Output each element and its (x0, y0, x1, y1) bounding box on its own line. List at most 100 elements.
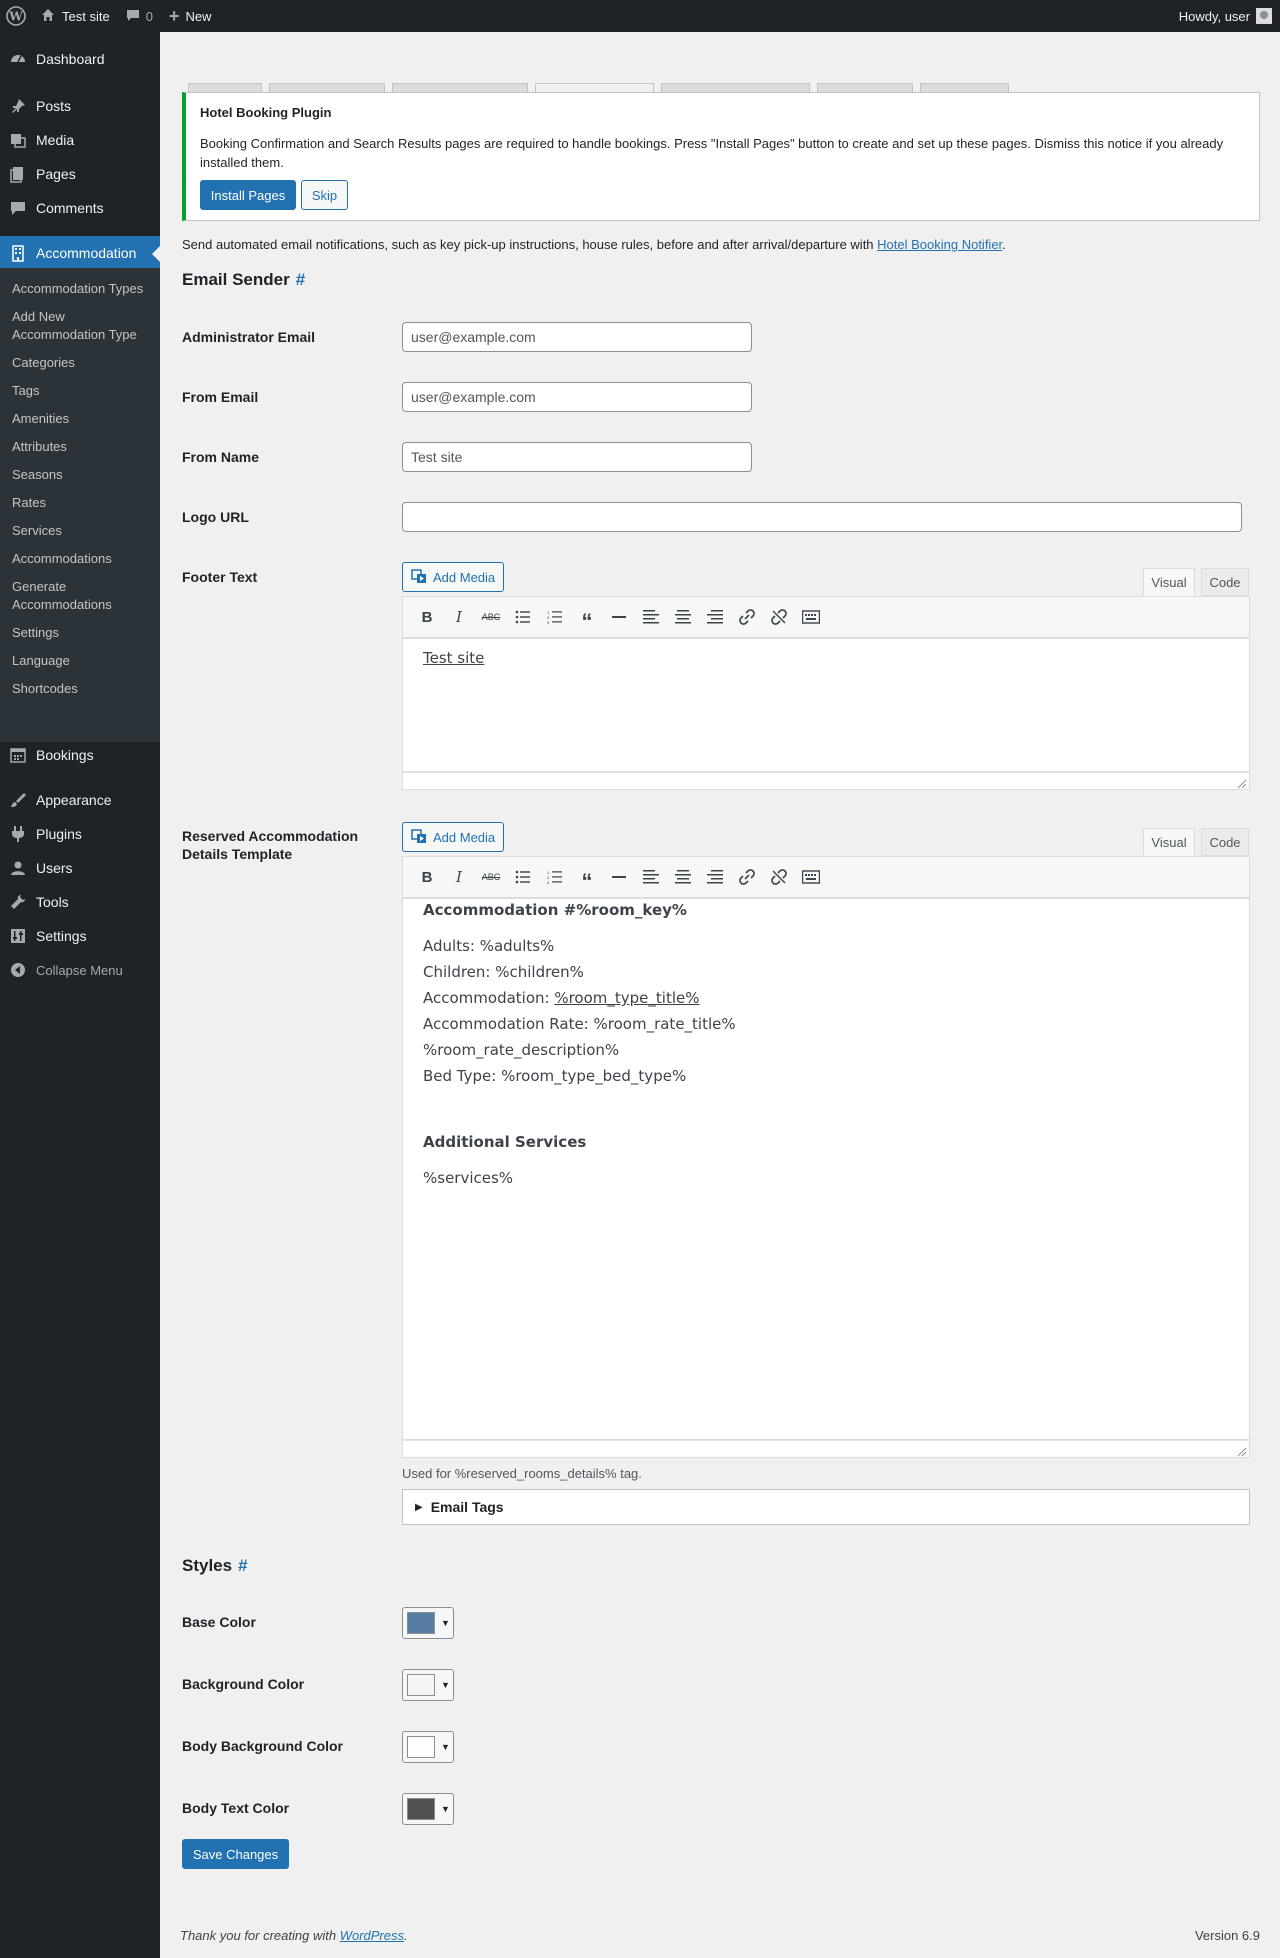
footer-text-content: Test site (423, 649, 485, 667)
new-content-link[interactable]: + New (161, 0, 220, 32)
submenu-item[interactable]: Accommodation Types (12, 280, 152, 298)
wordpress-logo-icon[interactable]: W (0, 0, 32, 32)
sidebar-item-appearance[interactable]: Appearance (0, 783, 160, 817)
sidebar-item-settings[interactable]: Settings (0, 919, 160, 953)
section-anchor-link[interactable]: # (238, 1556, 247, 1575)
submenu-item[interactable]: Settings (12, 624, 152, 642)
horizontal-line-icon[interactable] (603, 603, 635, 631)
template-line-label: Accommodation: (423, 989, 555, 1007)
caret-down-icon: ▼ (441, 1742, 450, 1752)
numbered-list-icon[interactable]: 123 (539, 603, 571, 631)
save-changes-button[interactable]: Save Changes (182, 1839, 289, 1869)
body-text-color-picker[interactable]: ▼ (402, 1793, 454, 1825)
submenu-item[interactable]: Attributes (12, 438, 152, 456)
brush-icon (0, 791, 36, 809)
from-email-input[interactable]: user@example.com (402, 382, 752, 412)
footer-thanks-prefix: Thank you for creating with (180, 1928, 340, 1943)
numbered-list-icon[interactable]: 123 (539, 863, 571, 891)
add-media-button[interactable]: Add Media (402, 822, 504, 852)
sidebar-item-tools[interactable]: Tools (0, 885, 160, 919)
color-swatch (407, 1798, 435, 1820)
link-icon[interactable] (731, 603, 763, 631)
template-services-heading: Additional Services (423, 1133, 587, 1151)
reserved-template-label: Reserved Accommodation Details Template (182, 828, 359, 862)
tab-visual[interactable]: Visual (1143, 568, 1195, 596)
blockquote-icon[interactable]: “ (571, 603, 603, 633)
link-icon[interactable] (731, 863, 763, 891)
sidebar-item-dashboard[interactable]: Dashboard (0, 42, 160, 76)
align-center-icon[interactable] (667, 603, 699, 631)
submenu-item[interactable]: Add New Accommodation Type (12, 308, 152, 344)
sidebar-item-bookings[interactable]: Bookings (0, 738, 160, 772)
sidebar-item-posts[interactable]: Posts (0, 89, 160, 123)
email-tags-toggle[interactable]: ▶ Email Tags (402, 1489, 1250, 1525)
template-line-value: %children% (495, 963, 584, 981)
from-name-input[interactable]: Test site (402, 442, 752, 472)
italic-icon[interactable]: I (443, 863, 475, 891)
skip-button[interactable]: Skip (301, 180, 348, 210)
sidebar-item-comments[interactable]: Comments (0, 191, 160, 225)
notice-text: Booking Confirmation and Search Results … (200, 136, 1224, 170)
comments-link[interactable]: 0 (118, 0, 161, 32)
logo-url-input[interactable] (402, 502, 1242, 532)
keyboard-icon[interactable] (795, 603, 827, 631)
bold-icon[interactable]: B (411, 603, 443, 631)
add-media-button[interactable]: Add Media (402, 562, 504, 592)
align-left-icon[interactable] (635, 863, 667, 891)
bulleted-list-icon[interactable] (507, 863, 539, 891)
my-account-link[interactable]: Howdy, user (1179, 0, 1272, 32)
submenu-item[interactable]: Categories (12, 354, 152, 372)
unlink-icon[interactable] (763, 863, 795, 891)
submenu-item[interactable]: Shortcodes (12, 680, 152, 698)
collapse-menu-button[interactable]: Collapse Menu (0, 953, 160, 987)
strikethrough-icon[interactable]: ABC (475, 603, 507, 631)
hotel-booking-notifier-link[interactable]: Hotel Booking Notifier (877, 237, 1002, 252)
tab-visual[interactable]: Visual (1143, 828, 1195, 856)
footer-thanks: Thank you for creating with WordPress. (180, 1928, 408, 1943)
section-anchor-link[interactable]: # (296, 270, 305, 289)
editor-statusbar (402, 772, 1250, 790)
footer-text-editor[interactable]: Test site (402, 638, 1250, 772)
align-right-icon[interactable] (699, 863, 731, 891)
site-name-link[interactable]: Test site (32, 0, 118, 32)
install-pages-button[interactable]: Install Pages (200, 180, 296, 210)
bulleted-list-icon[interactable] (507, 603, 539, 631)
submenu-item[interactable]: Rates (12, 494, 152, 512)
base-color-picker[interactable]: ▼ (402, 1607, 454, 1639)
sidebar-item-pages[interactable]: Pages (0, 157, 160, 191)
submenu-item[interactable]: Language (12, 652, 152, 670)
reserved-template-editor[interactable]: Accommodation #%room_key% Adults: %adult… (402, 898, 1250, 1440)
horizontal-line-icon[interactable] (603, 863, 635, 891)
unlink-icon[interactable] (763, 603, 795, 631)
submenu-item[interactable]: Tags (12, 382, 152, 400)
wordpress-link[interactable]: WordPress (340, 1928, 404, 1943)
template-line: Children: %children% (423, 959, 1229, 985)
strikethrough-icon[interactable]: ABC (475, 863, 507, 891)
align-right-icon[interactable] (699, 603, 731, 631)
submenu-item[interactable]: Seasons (12, 466, 152, 484)
sidebar-item-accommodation[interactable]: Accommodation (0, 236, 160, 270)
tab-code[interactable]: Code (1201, 828, 1249, 856)
submenu-item[interactable]: Generate Accommodations (12, 578, 152, 614)
editor-toolbar: B I ABC 123 “ (402, 856, 1250, 898)
plugin-notice: Hotel Booking Plugin Booking Confirmatio… (182, 92, 1260, 221)
background-color-picker[interactable]: ▼ (402, 1669, 454, 1701)
align-center-icon[interactable] (667, 863, 699, 891)
submenu-item[interactable]: Services (12, 522, 152, 540)
admin-sidebar: Dashboard Posts Media Pages Comments Acc… (0, 32, 160, 1958)
keyboard-icon[interactable] (795, 863, 827, 891)
sidebar-item-media[interactable]: Media (0, 123, 160, 157)
align-left-icon[interactable] (635, 603, 667, 631)
resize-handle-icon[interactable] (1237, 1445, 1247, 1457)
sidebar-item-plugins[interactable]: Plugins (0, 817, 160, 851)
admin-email-input[interactable]: user@example.com (402, 322, 752, 352)
bold-icon[interactable]: B (411, 863, 443, 891)
body-background-color-picker[interactable]: ▼ (402, 1731, 454, 1763)
sidebar-item-users[interactable]: Users (0, 851, 160, 885)
italic-icon[interactable]: I (443, 603, 475, 631)
resize-handle-icon[interactable] (1237, 777, 1247, 789)
blockquote-icon[interactable]: “ (571, 863, 603, 893)
tab-code[interactable]: Code (1201, 568, 1249, 596)
submenu-item[interactable]: Accommodations (12, 550, 152, 568)
submenu-item[interactable]: Amenities (12, 410, 152, 428)
